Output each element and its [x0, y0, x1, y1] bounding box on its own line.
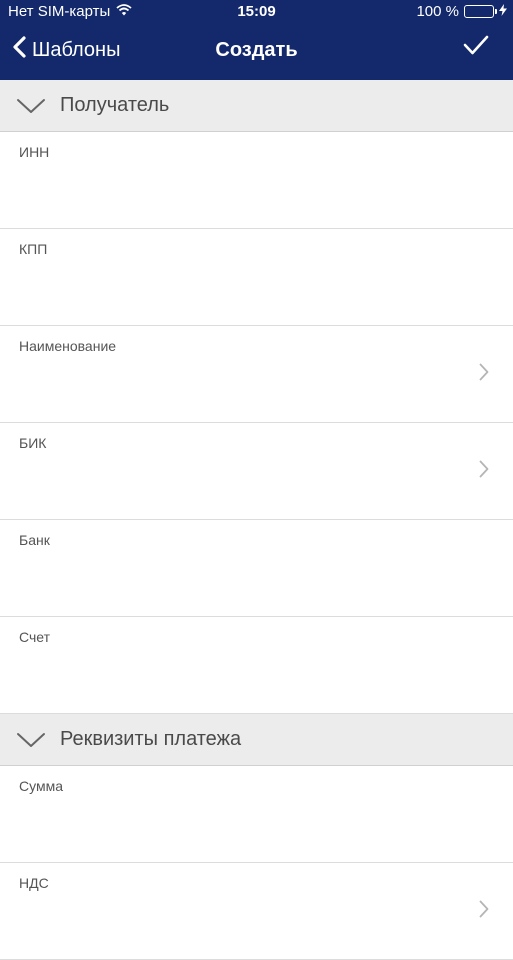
chevron-right-icon [479, 363, 489, 381]
field-inn[interactable]: ИНН [0, 132, 513, 229]
back-button[interactable]: Шаблоны [12, 36, 120, 64]
field-bik[interactable]: БИК [0, 423, 513, 520]
battery-percent: 100 % [416, 3, 459, 20]
status-bar: Нет SIM-карты 15:09 100 % [0, 0, 513, 24]
field-label: Банк [19, 532, 50, 548]
nav-bar: Шаблоны Создать [0, 24, 513, 80]
charging-icon [499, 3, 507, 20]
done-button[interactable] [463, 34, 489, 61]
top-bar: Нет SIM-карты 15:09 100 % Шаблоны Создат… [0, 0, 513, 80]
chevron-right-icon [479, 460, 489, 478]
field-label: БИК [19, 435, 47, 451]
chevron-right-icon [479, 900, 489, 918]
field-label: Наименование [19, 338, 117, 354]
field-label: Сумма [19, 778, 63, 794]
back-label: Шаблоны [32, 38, 121, 61]
status-right: 100 % [416, 3, 507, 20]
battery-icon [464, 5, 497, 18]
field-label: КПП [19, 241, 48, 257]
field-label: ИНН [19, 144, 50, 160]
field-vat[interactable]: НДС [0, 863, 513, 960]
field-bank[interactable]: Банк [0, 520, 513, 617]
form-content: Получатель ИНН КПП Наименование БИК Банк… [0, 80, 513, 960]
checkmark-icon [463, 35, 489, 60]
section-header-payment-details[interactable]: Реквизиты платежа [0, 714, 513, 766]
field-name[interactable]: Наименование [0, 326, 513, 423]
section-header-recipient[interactable]: Получатель [0, 80, 513, 132]
chevron-down-icon [17, 98, 45, 113]
field-kpp[interactable]: КПП [0, 229, 513, 326]
field-account[interactable]: Счет [0, 617, 513, 714]
chevron-left-icon [12, 36, 26, 64]
chevron-down-icon [17, 732, 45, 747]
field-label: НДС [19, 875, 49, 891]
section-title: Получатель [60, 94, 170, 116]
field-amount[interactable]: Сумма [0, 766, 513, 863]
field-label: Счет [19, 629, 50, 645]
section-title: Реквизиты платежа [60, 728, 242, 750]
